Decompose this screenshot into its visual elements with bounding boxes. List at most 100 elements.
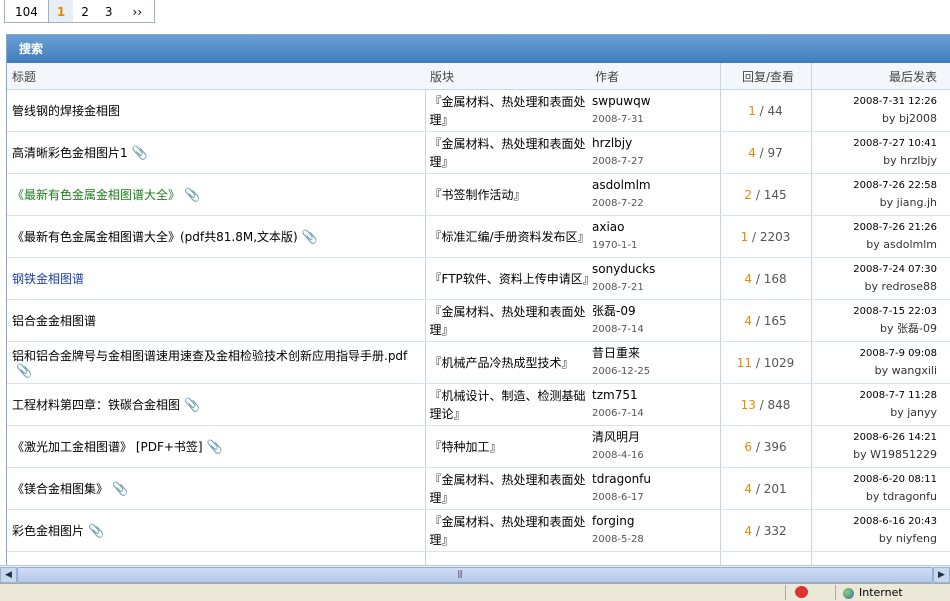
horizontal-scrollbar[interactable]: ◀ ||| ▶ bbox=[0, 565, 950, 583]
author-link[interactable]: axiao bbox=[592, 220, 624, 234]
author-link[interactable]: 张磊-09 bbox=[592, 304, 636, 318]
topic-link[interactable]: 《激光加工金相图谱》 [PDF+书签] bbox=[12, 440, 203, 454]
forum-link[interactable]: 『FTP软件、资料上传申请区』 bbox=[430, 272, 595, 286]
last-post-time[interactable]: 2008-7-26 22:58 bbox=[853, 180, 937, 191]
post-date: 2006-7-14 bbox=[592, 408, 644, 419]
forum-link[interactable]: 『金属材料、热处理和表面处理』 bbox=[430, 95, 586, 127]
forum-link[interactable]: 『机械设计、制造、检测基础理论』 bbox=[430, 389, 586, 421]
reply-count: 4 bbox=[744, 523, 753, 538]
last-post-user[interactable]: by jiang.jh bbox=[880, 196, 937, 209]
last-post-user[interactable]: by 张磊-09 bbox=[880, 322, 937, 335]
author-cell: forging 2008-5-28 bbox=[590, 509, 720, 552]
next-pages-link[interactable]: ›› bbox=[121, 0, 155, 22]
topic-link[interactable]: 铝合金金相图谱 bbox=[12, 314, 96, 328]
author-link[interactable]: tzm751 bbox=[592, 388, 638, 402]
status-divider bbox=[785, 585, 786, 600]
forum-link[interactable]: 『金属材料、热处理和表面处理』 bbox=[430, 137, 586, 169]
author-cell: swpuwqw 2008-7-31 bbox=[590, 89, 720, 132]
forum-link[interactable]: 『标准汇编/手册资料发布区』 bbox=[430, 230, 590, 244]
page-3-link[interactable]: 3 bbox=[97, 0, 121, 22]
forum-cell: 『金属材料、热处理和表面处理』 bbox=[425, 509, 590, 552]
topic-link[interactable]: 工程材料第四章：铁碳合金相图 bbox=[12, 398, 180, 412]
last-post-time[interactable]: 2008-7-24 07:30 bbox=[853, 264, 937, 275]
forum-cell: 『金属材料、热处理和表面处理』 bbox=[425, 467, 590, 510]
reply-count: 2 bbox=[744, 187, 753, 202]
last-post-user[interactable]: by redrose88 bbox=[864, 280, 937, 293]
last-post-time[interactable]: 2008-7-27 10:41 bbox=[853, 138, 937, 149]
last-post-user[interactable]: by bj2008 bbox=[882, 112, 937, 125]
topic-link[interactable]: 《最新有色金属金相图谱大全》(pdf共81.8M,文本版) bbox=[12, 230, 298, 244]
last-post-cell: 2008-7-15 22:03 by 张磊-09 bbox=[811, 299, 950, 342]
topic-link[interactable]: 彩色金相图片 bbox=[12, 524, 84, 538]
last-post-time[interactable]: 2008-7-31 12:26 bbox=[853, 96, 937, 107]
topic-link[interactable]: 铝和铝合金牌号与金相图谱速用速查及金相检验技术创新应用指导手册.pdf bbox=[12, 349, 407, 363]
forum-cell: 『金属材料、热处理和表面处理』 bbox=[425, 89, 590, 132]
author-link[interactable]: 清风明月 bbox=[592, 430, 640, 444]
page-2-link[interactable]: 2 bbox=[73, 0, 97, 22]
scroll-grip-icon: ||| bbox=[457, 569, 463, 578]
reply-count: 6 bbox=[744, 439, 753, 454]
post-date: 2008-7-27 bbox=[592, 156, 644, 167]
view-count: 165 bbox=[763, 313, 787, 328]
forum-cell: 『特种加工』 bbox=[425, 425, 590, 468]
scrollbar-thumb[interactable] bbox=[17, 567, 933, 583]
last-post-time[interactable]: 2008-6-26 14:21 bbox=[853, 432, 937, 443]
last-post-user[interactable]: by wangxili bbox=[875, 364, 937, 377]
scroll-left-arrow-icon[interactable]: ◀ bbox=[0, 567, 17, 583]
table-row: 彩色金相图片 📎 『金属材料、热处理和表面处理』 forging 2008-5-28 4 … bbox=[7, 509, 950, 552]
browser-status-bar: Internet bbox=[0, 583, 950, 601]
topic-link[interactable]: 《镁合金相图集》 bbox=[12, 482, 108, 496]
last-post-user[interactable]: by niyfeng bbox=[879, 532, 937, 545]
author-cell: 张磊-09 2008-7-14 bbox=[590, 299, 720, 342]
col-forum: 版块 bbox=[425, 63, 590, 90]
table-row: 钢铁金相图谱 『FTP软件、资料上传申请区』 sonyducks 2008-7-21 4… bbox=[7, 257, 950, 300]
post-date: 2008-5-28 bbox=[592, 534, 644, 545]
topic-link[interactable]: 钢铁金相图谱 bbox=[12, 272, 84, 286]
last-post-time[interactable]: 2008-6-20 08:11 bbox=[853, 474, 937, 485]
reply-view-cell: 13 / 848 bbox=[719, 383, 812, 426]
forum-link[interactable]: 『金属材料、热处理和表面处理』 bbox=[430, 473, 586, 505]
forum-cell: 『机械设计、制造、检测基础理论』 bbox=[425, 383, 590, 426]
last-post-time[interactable]: 2008-7-7 11:28 bbox=[860, 390, 937, 401]
popup-blocker-icon[interactable] bbox=[795, 586, 808, 598]
page-1-current[interactable]: 1 bbox=[48, 0, 74, 22]
scroll-right-arrow-icon[interactable]: ▶ bbox=[933, 567, 950, 583]
last-post-time[interactable]: 2008-7-26 21:26 bbox=[853, 222, 937, 233]
last-post-user[interactable]: by asdolmlm bbox=[866, 238, 937, 251]
last-post-time[interactable]: 2008-7-15 22:03 bbox=[853, 306, 937, 317]
author-link[interactable]: sonyducks bbox=[592, 262, 655, 276]
forum-link[interactable]: 『机械产品冷热成型技术』 bbox=[430, 356, 574, 370]
last-post-user[interactable]: by janyy bbox=[890, 406, 937, 419]
author-link[interactable]: forging bbox=[592, 514, 634, 528]
forum-link[interactable]: 『金属材料、热处理和表面处理』 bbox=[430, 305, 586, 337]
view-count: 2203 bbox=[759, 229, 791, 244]
panel-title: 搜索 bbox=[7, 35, 950, 63]
last-post-time[interactable]: 2008-6-16 20:43 bbox=[853, 516, 937, 527]
last-post-user[interactable]: by hrzlbjy bbox=[883, 154, 937, 167]
topic-link[interactable]: 《最新有色金属金相图谱大全》 bbox=[12, 188, 180, 202]
forum-cell: 『FTP软件、资料上传申请区』 bbox=[425, 257, 595, 300]
last-post-user[interactable]: by tdragonfu bbox=[866, 490, 937, 503]
status-divider bbox=[835, 585, 836, 600]
author-link[interactable]: swpuwqw bbox=[592, 94, 651, 108]
reply-view-cell: 11 / 1029 bbox=[719, 341, 812, 384]
post-date: 2008-7-14 bbox=[592, 324, 644, 335]
last-post-cell: 2008-7-9 09:08 by wangxili bbox=[811, 341, 950, 384]
table-row: 管线钢的焊接金相图 『金属材料、热处理和表面处理』 swpuwqw 2008-7-31… bbox=[7, 89, 950, 132]
author-link[interactable]: tdragonfu bbox=[592, 472, 651, 486]
table-row: 高清晰彩色金相图片1 📎 『金属材料、热处理和表面处理』 hrzlbjy 2008-7-… bbox=[7, 131, 950, 174]
forum-link[interactable]: 『金属材料、热处理和表面处理』 bbox=[430, 515, 586, 547]
author-link[interactable]: 昔日重来 bbox=[592, 346, 640, 360]
last-post-user[interactable]: by W19851229 bbox=[853, 448, 937, 461]
last-post-time[interactable]: 2008-7-9 09:08 bbox=[860, 348, 937, 359]
forum-link[interactable]: 『书签制作活动』 bbox=[430, 188, 526, 202]
forum-cell: 『标准汇编/手册资料发布区』 bbox=[425, 215, 590, 258]
topic-link[interactable]: 管线钢的焊接金相图 bbox=[12, 104, 120, 118]
topic-link[interactable]: 高清晰彩色金相图片1 bbox=[12, 146, 128, 160]
post-date: 2008-7-22 bbox=[592, 198, 644, 209]
author-link[interactable]: asdolmlm bbox=[592, 178, 651, 192]
view-count: 1029 bbox=[763, 355, 795, 370]
forum-link[interactable]: 『特种加工』 bbox=[430, 440, 502, 454]
post-date: 2008-7-21 bbox=[592, 282, 644, 293]
author-link[interactable]: hrzlbjy bbox=[592, 136, 632, 150]
